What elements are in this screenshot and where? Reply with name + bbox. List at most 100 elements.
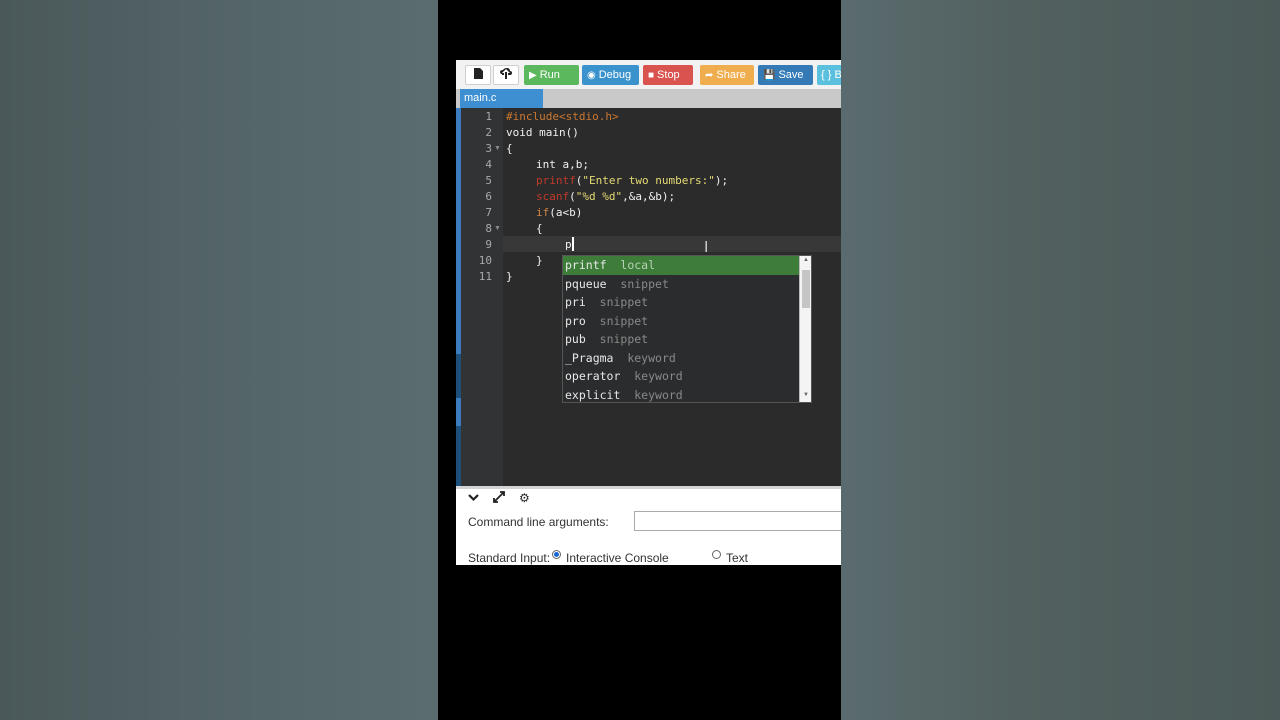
code-editor[interactable]: 1 2 3 ▼ 4 5 6 7 8 ▼ 9 10 11 #include<std… [456, 108, 841, 486]
code-text: } [506, 270, 513, 283]
stop-button[interactable]: ■ Stop [643, 65, 693, 85]
code-line: } [536, 253, 543, 269]
radio-text[interactable] [712, 550, 721, 559]
share-button[interactable]: ➦ Share [700, 65, 754, 85]
suggestion-name: pub [565, 332, 586, 346]
stop-icon: ■ [648, 70, 655, 81]
suggestion-name: explicit [565, 387, 621, 402]
text-cursor [572, 237, 574, 251]
code-line: p [565, 237, 572, 253]
suggestion-meta: keyword [627, 350, 676, 365]
string-literal: "Enter two numbers:" [582, 174, 715, 187]
background-right [841, 0, 1280, 720]
cmd-args-input[interactable] [634, 511, 841, 531]
save-button[interactable]: 💾 Save [758, 65, 813, 85]
line-number-gutter: 1 2 3 ▼ 4 5 6 7 8 ▼ 9 10 11 [461, 108, 503, 486]
beautify-button[interactable]: { } B [817, 65, 841, 85]
include-directive: #include<stdio.h> [506, 110, 619, 123]
code-text: ( [569, 190, 576, 203]
fold-arrow-icon[interactable]: ▼ [494, 141, 501, 157]
code-line: if(a<b) [536, 205, 582, 221]
autocomplete-item[interactable]: explicit keyword [563, 386, 799, 403]
text-option-label: Text [726, 551, 749, 565]
code-line: scanf("%d %d",&a,&b); [536, 189, 675, 205]
stop-label: Stop [657, 69, 680, 81]
code-line: } [506, 269, 513, 285]
function-name: scanf [536, 190, 570, 203]
debug-button[interactable]: ◉ Debug [582, 65, 639, 85]
line-number: 8 [485, 222, 492, 235]
debug-label: Debug [598, 69, 632, 81]
autocomplete-item[interactable]: _Pragma keyword [563, 349, 799, 368]
line-number: 4 [485, 158, 492, 171]
line-number: 7 [485, 206, 492, 219]
suggestion-meta: snippet [599, 313, 649, 328]
interactive-console-label: Interactive Console [566, 551, 669, 565]
code-line: { [506, 141, 513, 157]
suggestion-meta: keyword [634, 387, 683, 402]
chevron-down-icon[interactable] [468, 491, 479, 505]
code-line: void main() [506, 125, 579, 141]
code-line: int a,b; [536, 157, 589, 173]
stdin-label: Standard Input: [468, 551, 551, 565]
autocomplete-item[interactable]: pri snippet [563, 293, 799, 312]
background-left [0, 0, 438, 720]
upload-icon [500, 68, 512, 82]
suggestion-meta: keyword [634, 369, 683, 383]
string-literal: "%d %d" [575, 190, 623, 203]
autocomplete-item[interactable]: operator keyword [563, 367, 799, 386]
cmd-args-label: Command line arguments: [468, 515, 609, 529]
fold-arrow-icon[interactable]: ▼ [494, 221, 501, 237]
code-line: #include<stdio.h> [506, 109, 619, 125]
new-file-button[interactable] [465, 65, 491, 85]
suggestion-name: pro [565, 313, 586, 328]
line-number: 2 [485, 126, 492, 139]
online-compiler-window: ▶ Run ◉ Debug ■ Stop ➦ Share 💾 Save { } B mai… [456, 60, 841, 565]
file-tab-bar: main.c [456, 89, 841, 108]
suggestion-name: operator [565, 369, 621, 383]
line-number: 9 [485, 238, 492, 251]
active-line-highlight [503, 236, 841, 252]
suggestion-name: printf [565, 258, 607, 272]
scroll-down-arrow-icon[interactable]: ▼ [800, 392, 811, 398]
code-text: (a<b) [549, 206, 583, 219]
suggestion-name: _Pragma [565, 350, 614, 365]
radio-interactive-console[interactable] [552, 550, 561, 559]
code-text: ); [714, 174, 729, 187]
suggestion-meta: snippet [620, 276, 669, 291]
upload-button[interactable] [493, 65, 519, 85]
autocomplete-popup: printf local pqueue snippet pri snippet … [562, 255, 812, 403]
code-text: { [536, 222, 543, 235]
tab-label: main.c [464, 92, 497, 104]
code-text: void main() [506, 126, 579, 139]
tab-main-c[interactable]: main.c [460, 89, 543, 108]
gear-icon[interactable]: ⚙ [519, 491, 530, 505]
share-label: Share [716, 69, 746, 81]
expand-icon[interactable] [493, 491, 505, 506]
run-label: Run [539, 69, 560, 81]
scrollbar-thumb[interactable] [802, 270, 810, 308]
autocomplete-item[interactable]: pqueue snippet [563, 275, 799, 294]
autocomplete-item[interactable]: pub snippet [563, 330, 799, 349]
code-line: { [536, 221, 543, 237]
code-text: ,&a,&b); [622, 190, 676, 203]
play-icon: ▶ [529, 70, 537, 81]
line-number: 5 [485, 174, 492, 187]
toolbar: ▶ Run ◉ Debug ■ Stop ➦ Share 💾 Save { } B [456, 60, 841, 90]
share-icon: ➦ [705, 70, 714, 81]
panel-toolbar: ⚙ [456, 489, 841, 509]
autocomplete-item[interactable]: pro snippet [563, 312, 799, 331]
autocomplete-item[interactable]: printf local [563, 256, 799, 275]
run-button[interactable]: ▶ Run [524, 65, 579, 85]
suggestion-meta: snippet [599, 332, 649, 346]
line-number: 11 [478, 270, 492, 283]
save-icon: 💾 [763, 70, 776, 81]
scroll-up-arrow-icon[interactable]: ▲ [800, 257, 811, 263]
keyword: if [536, 206, 550, 219]
autocomplete-scrollbar[interactable]: ▲ ▼ [799, 256, 811, 402]
line-number: 1 [485, 110, 492, 123]
code-text: { [506, 142, 513, 155]
suggestion-meta: local [620, 258, 656, 272]
line-number: 6 [485, 190, 492, 203]
debug-icon: ◉ [587, 70, 596, 81]
